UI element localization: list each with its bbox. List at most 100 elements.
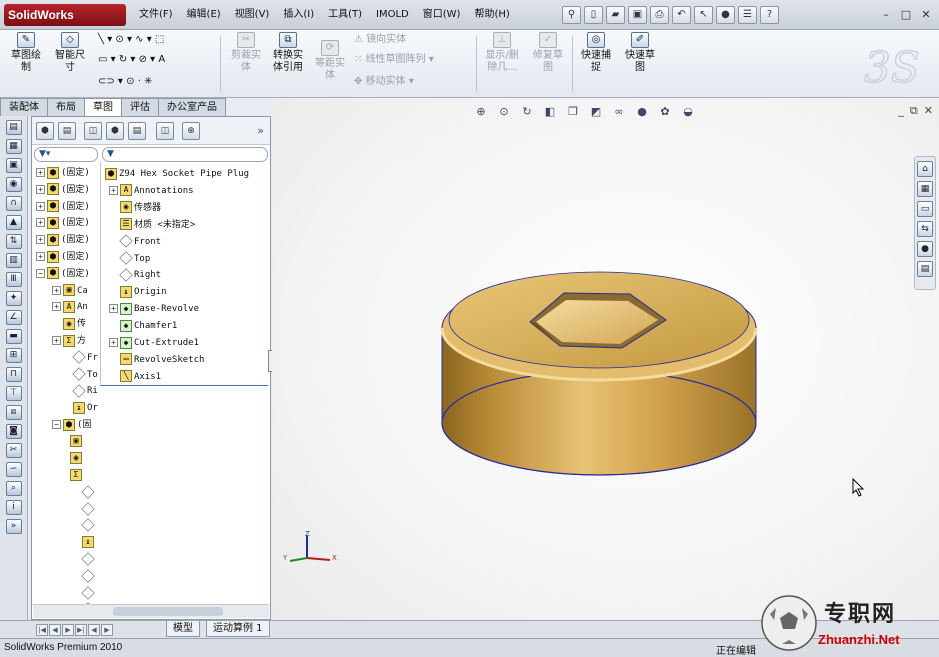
offset-entities-button[interactable]: ⟳ 等距实 体 bbox=[308, 40, 352, 82]
part-tree-icon[interactable]: ⬢ bbox=[106, 122, 124, 140]
panel-horizontal-scrollbar[interactable] bbox=[33, 604, 269, 618]
prev-tab-icon[interactable]: ◀ bbox=[49, 624, 61, 636]
flyout-tree-item[interactable]: + ◆ Base-Revolve bbox=[109, 301, 199, 317]
expand-toggle-icon[interactable]: + bbox=[52, 336, 61, 345]
configuration-tab-icon[interactable]: ◫ bbox=[84, 122, 102, 140]
tree-item[interactable] bbox=[80, 585, 96, 601]
view-settings-icon[interactable]: ◒ bbox=[679, 104, 697, 120]
tree-item[interactable] bbox=[80, 551, 96, 567]
spring-icon[interactable]: ∽ bbox=[5, 462, 22, 477]
filter-input-popup[interactable]: ▼ bbox=[102, 147, 268, 162]
hole-series-icon[interactable]: ⊓ bbox=[5, 367, 22, 382]
convert-entities-button[interactable]: ⧉ 转换实 体引用 bbox=[266, 32, 310, 74]
last-tab-icon[interactable]: ▶| bbox=[75, 624, 87, 636]
mirror-entities[interactable]: ⚠ 镜向实体 bbox=[354, 32, 406, 48]
display-manager-icon[interactable]: ⊕ bbox=[182, 122, 200, 140]
help-icon[interactable]: ? bbox=[760, 6, 779, 24]
menu-edit[interactable]: 编辑(E) bbox=[180, 6, 228, 24]
expand-toggle-icon[interactable]: + bbox=[36, 218, 45, 228]
minimize-icon[interactable]: – bbox=[877, 6, 895, 24]
expand-toggle-icon[interactable]: + bbox=[36, 201, 45, 211]
magnet-icon[interactable]: ∩ bbox=[5, 196, 22, 211]
tree-item[interactable]: + ⬢ (固定) bbox=[36, 215, 90, 231]
expand-more-icon[interactable]: » bbox=[5, 519, 22, 534]
quick-snaps-button[interactable]: ◎ 快速捕 捉 bbox=[574, 32, 618, 74]
tab-motion-study-1[interactable]: 运动算例 1 bbox=[206, 621, 270, 637]
appearances-icon[interactable]: ● bbox=[917, 241, 933, 257]
tree-item[interactable]: ◉ 传 bbox=[52, 316, 86, 332]
tree-item[interactable]: ↨ Or bbox=[62, 400, 98, 416]
expand-toggle-icon[interactable]: + bbox=[36, 252, 45, 261]
menu-imold[interactable]: IMOLD bbox=[369, 6, 416, 24]
tab-layout[interactable]: 布局 bbox=[47, 98, 85, 116]
flyout-tree-item[interactable]: ☰ 材质 <未指定> bbox=[109, 217, 195, 233]
tree-item[interactable] bbox=[80, 568, 96, 584]
expand-toggle-icon[interactable]: + bbox=[109, 185, 118, 195]
solidworks-logo[interactable]: SolidWorks bbox=[4, 4, 126, 26]
camera-icon[interactable]: ◙ bbox=[5, 424, 22, 439]
undo-icon[interactable]: ↶ bbox=[672, 6, 691, 24]
rotate-component-icon[interactable]: ⇅ bbox=[5, 234, 22, 249]
expand-toggle-icon[interactable]: + bbox=[36, 184, 45, 194]
tree-item[interactable]: + ⬢ (固定) bbox=[36, 232, 90, 248]
expand-toggle-icon[interactable]: + bbox=[36, 235, 45, 245]
property-manager-tab-icon[interactable]: ▤ bbox=[58, 122, 76, 140]
graphics-area[interactable]: ⊕ ⊙ ↻ ◧ ❒ ◩ ∞ ● ✿ ◒ _ ⧉ ✕ Z X Y bbox=[272, 98, 939, 638]
expand-toggle-icon[interactable]: + bbox=[52, 285, 61, 295]
flyout-tree-item[interactable]: + ◆ Cut-Extrude1 bbox=[109, 335, 199, 351]
flyout-tree-item[interactable]: ╲ Axis1 bbox=[109, 369, 161, 385]
tree-item[interactable]: To bbox=[62, 367, 98, 383]
tree-item[interactable]: Fr bbox=[62, 350, 98, 366]
tree-item[interactable]: − ⬢ (固定) bbox=[36, 266, 90, 282]
show-delete-relations-button[interactable]: ⊥ 显示/删 除几... bbox=[480, 32, 524, 74]
expand-toggle-icon[interactable]: − bbox=[52, 420, 61, 429]
tree-item[interactable]: Σ bbox=[68, 467, 84, 483]
weld-icon[interactable]: ⊤ bbox=[5, 386, 22, 401]
view-orientation-icon[interactable]: ❒ bbox=[564, 104, 582, 120]
smart-dimension-button[interactable]: ◇ 智能尺 寸 bbox=[48, 32, 92, 74]
new-document-icon[interactable]: ▯ bbox=[584, 6, 603, 24]
tree-item[interactable]: ▣ bbox=[68, 434, 84, 450]
scrollbar-thumb[interactable] bbox=[113, 607, 223, 616]
hex-socket-pipe-plug-model[interactable] bbox=[432, 248, 762, 488]
assembly-feature-icon[interactable]: ⧈ bbox=[5, 405, 22, 420]
tree-item[interactable]: + Σ 方 bbox=[52, 333, 86, 349]
viewport-minimize-icon[interactable]: _ bbox=[898, 104, 904, 118]
flyout-tree-item[interactable]: ⬢ Z94 Hex Socket Pipe Plug bbox=[103, 166, 249, 182]
properties-icon[interactable]: ▤ bbox=[128, 122, 146, 140]
rapid-sketch-button[interactable]: ✐ 快速草 图 bbox=[618, 32, 662, 74]
search-icon[interactable]: ⌕ bbox=[5, 481, 22, 496]
filter-input-left[interactable]: ▼▾ bbox=[34, 147, 98, 162]
interference-icon[interactable]: ⊞ bbox=[5, 348, 22, 363]
pin-icon[interactable]: ⚲ bbox=[562, 6, 581, 24]
flyout-tree-item[interactable]: Right bbox=[109, 267, 161, 283]
bom-icon[interactable]: ▬ bbox=[5, 329, 22, 344]
new-part-icon[interactable]: ▦ bbox=[5, 139, 22, 154]
menu-file[interactable]: 文件(F) bbox=[132, 6, 180, 24]
flyout-tree-item[interactable]: ◆ Chamfer1 bbox=[109, 318, 177, 334]
first-tab-icon[interactable]: |◀ bbox=[36, 624, 48, 636]
save-icon[interactable]: ▣ bbox=[5, 158, 22, 173]
tree-item[interactable]: + ⬢ (固定) bbox=[36, 165, 90, 181]
flyout-tree-item[interactable]: ▭ RevolveSketch bbox=[109, 352, 204, 368]
viewport-close-icon[interactable]: ✕ bbox=[924, 104, 933, 118]
move-component-icon[interactable]: ▲ bbox=[5, 215, 22, 230]
tab-sketch[interactable]: 草图 bbox=[84, 98, 122, 116]
sketch-button[interactable]: ✎ 草图绘 制 bbox=[4, 32, 48, 74]
tree-item[interactable]: + ⬢ (固定) bbox=[36, 199, 90, 215]
insert-component-icon[interactable]: ▤ bbox=[5, 120, 22, 135]
hide-show-icon[interactable]: ∞ bbox=[610, 104, 628, 120]
tree-item[interactable]: + ⬢ (固定) bbox=[36, 249, 90, 265]
scene-icon[interactable]: ✿ bbox=[656, 104, 674, 120]
line-tool[interactable]: ╲ ▾ ⊙ ▾ ∿ ▾ ⬚ bbox=[98, 32, 164, 48]
tree-item[interactable] bbox=[80, 484, 96, 500]
home-icon[interactable]: ⌂ bbox=[917, 161, 933, 177]
tab-assembly[interactable]: 装配体 bbox=[0, 98, 48, 116]
slot-tool[interactable]: ⊂⊃ ▾ ⊙ · ✳ bbox=[98, 74, 152, 90]
repair-sketch-button[interactable]: ✓ 修复草 图 bbox=[526, 32, 570, 74]
expand-toggle-icon[interactable]: + bbox=[36, 168, 45, 177]
pattern-icon[interactable]: Ⅲ bbox=[5, 272, 22, 287]
menu-view[interactable]: 视图(V) bbox=[228, 6, 277, 24]
menu-insert[interactable]: 插入(I) bbox=[276, 6, 321, 24]
next-tab-icon[interactable]: ▶ bbox=[62, 624, 74, 636]
